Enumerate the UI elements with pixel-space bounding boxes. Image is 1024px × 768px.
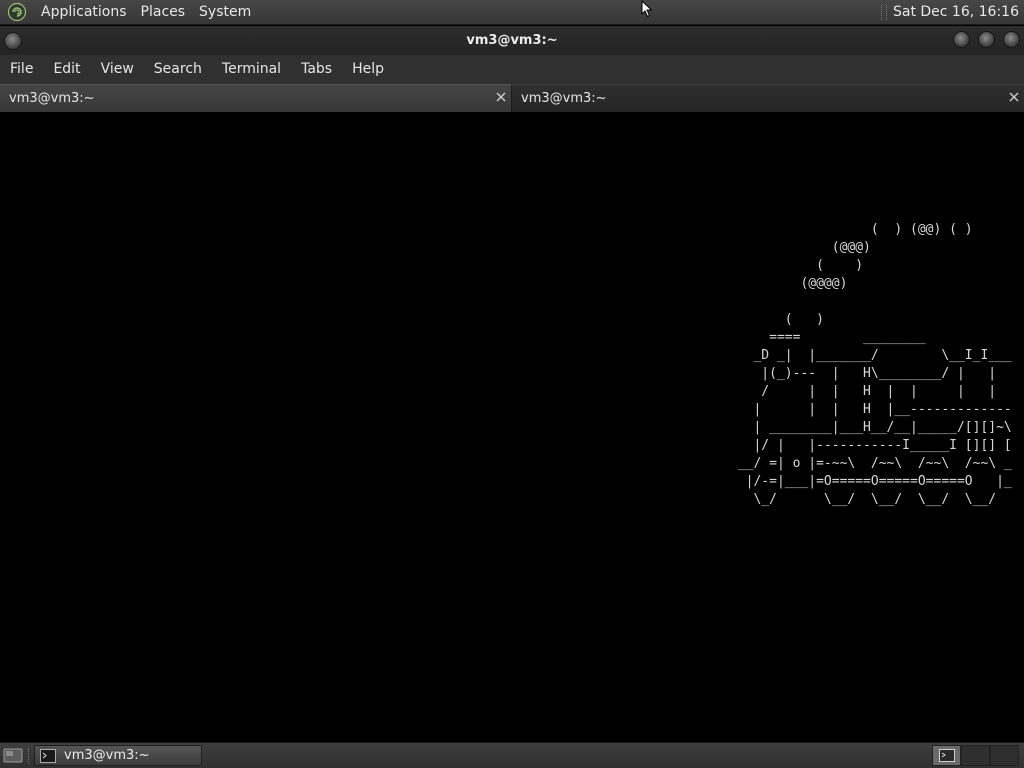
- terminal-view[interactable]: ( ) (@@) ( ) (@@@) ( ) (@@@@) ( ) ==== _…: [0, 112, 1024, 742]
- menu-edit[interactable]: Edit: [43, 55, 90, 84]
- workspace-2[interactable]: [961, 745, 990, 766]
- window-title: vm3@vm3:~: [466, 33, 558, 48]
- distro-logo-icon[interactable]: [6, 1, 28, 23]
- close-window-button[interactable]: [1003, 31, 1020, 48]
- terminal-icon: [40, 748, 56, 763]
- tab-bar: vm3@vm3:~ vm3@vm3:~: [0, 84, 1024, 112]
- menu-terminal[interactable]: Terminal: [212, 55, 291, 84]
- clock[interactable]: Sat Dec 16, 16:16: [893, 4, 1024, 20]
- maximize-button[interactable]: [978, 31, 995, 48]
- menu-tabs[interactable]: Tabs: [291, 55, 342, 84]
- panel-separator: [28, 748, 31, 764]
- tab-close-icon[interactable]: [1008, 91, 1020, 103]
- terminal-output: ( ) (@@) ( ) (@@@) ( ) (@@@@) ( ) ==== _…: [737, 222, 1012, 507]
- menu-file[interactable]: File: [0, 55, 43, 84]
- top-panel: Applications Places System Sat Dec 16, 1…: [0, 0, 1024, 25]
- workspace-3[interactable]: [990, 745, 1019, 766]
- tab-1[interactable]: vm3@vm3:~: [0, 84, 512, 112]
- window-titlebar[interactable]: vm3@vm3:~: [0, 26, 1024, 55]
- minimize-button[interactable]: [953, 31, 970, 48]
- window-menu-button[interactable]: [4, 32, 22, 50]
- taskbar-terminal-button[interactable]: vm3@vm3:~: [34, 745, 202, 766]
- menu-help[interactable]: Help: [342, 55, 394, 84]
- menu-view[interactable]: View: [91, 55, 144, 84]
- terminal-icon: [938, 749, 955, 762]
- menubar: File Edit View Search Terminal Tabs Help: [0, 55, 1024, 84]
- tab-2[interactable]: vm3@vm3:~: [512, 84, 1024, 112]
- tab-label: vm3@vm3:~: [9, 91, 95, 106]
- system-menu[interactable]: System: [192, 0, 258, 25]
- panel-separator: [880, 4, 887, 20]
- workspace-switcher: [932, 745, 1019, 766]
- mouse-pointer-icon: [641, 0, 653, 18]
- taskbar-label: vm3@vm3:~: [64, 748, 150, 763]
- menu-search[interactable]: Search: [144, 55, 212, 84]
- workspace-1[interactable]: [932, 745, 961, 766]
- window-controls: [953, 31, 1020, 48]
- bottom-panel: vm3@vm3:~: [0, 742, 1024, 768]
- tab-label: vm3@vm3:~: [521, 91, 607, 106]
- places-menu[interactable]: Places: [134, 0, 193, 25]
- show-desktop-icon[interactable]: [3, 747, 23, 764]
- applications-menu[interactable]: Applications: [34, 0, 134, 25]
- desktop: Applications Places System Sat Dec 16, 1…: [0, 0, 1024, 768]
- tab-close-icon[interactable]: [495, 91, 507, 103]
